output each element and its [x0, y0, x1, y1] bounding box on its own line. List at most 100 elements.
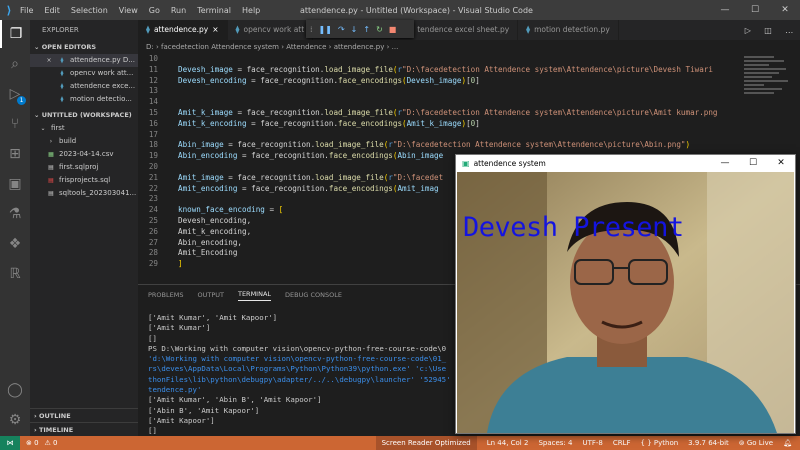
code-line[interactable]: 11 Devesh_image = face_recognition.load_i… — [138, 65, 738, 76]
source-control-icon[interactable]: ⑂ — [0, 110, 30, 138]
remote-icon[interactable]: ⋈ — [0, 436, 20, 450]
terminal-output[interactable]: ['Amit Kumar', 'Amit Kapoor'] ['Amit Kuma… — [148, 313, 468, 437]
debug-badge: 1 — [17, 96, 26, 105]
explorer-icon[interactable]: ❐ — [0, 20, 30, 48]
code-text: Amit_k_image = face_recognition.load_ima… — [178, 107, 718, 117]
menu-terminal[interactable]: Terminal — [197, 6, 231, 15]
menu-go[interactable]: Go — [149, 6, 160, 15]
breadcrumb[interactable]: D: › facedetection Attendence system › A… — [138, 40, 800, 54]
screen-reader-status[interactable]: Screen Reader Optimized — [375, 436, 477, 450]
maximize-icon[interactable]: ☐ — [740, 0, 770, 20]
extensions-icon[interactable]: ⊞ — [0, 140, 30, 168]
code-text: Amit_Encoding — [178, 248, 238, 258]
code-line[interactable]: 14 — [138, 97, 738, 108]
tree-file[interactable]: ▤ frisprojects.sql — [30, 174, 138, 187]
python-file-icon: ⧫ — [60, 57, 64, 64]
account-icon[interactable]: ◯ — [0, 376, 30, 404]
more-actions-icon[interactable]: … — [785, 26, 793, 35]
run-debug-icon[interactable]: ▷ 1 — [0, 80, 30, 108]
step-out-icon[interactable]: ↑ — [363, 25, 370, 34]
split-editor-icon[interactable]: ◫ — [764, 26, 772, 35]
step-into-icon[interactable]: ↓ — [351, 25, 358, 34]
code-line[interactable]: 18 Abin_image = face_recognition.load_ima… — [138, 140, 738, 151]
tab-attendence-py[interactable]: ⧫ attendence.py × — [138, 20, 228, 40]
r-icon[interactable]: ℝ — [0, 260, 30, 288]
close-icon[interactable]: ✕ — [770, 0, 800, 20]
indentation[interactable]: Spaces: 4 — [538, 439, 572, 447]
drag-handle-icon[interactable]: ⁞ — [310, 25, 313, 34]
code-line[interactable]: 17 — [138, 130, 738, 141]
cursor-position[interactable]: Ln 44, Col 2 — [487, 439, 529, 447]
menu-run[interactable]: Run — [171, 6, 186, 15]
tab-debug-console[interactable]: DEBUG CONSOLE — [285, 291, 342, 299]
tab-output[interactable]: OUTPUT — [197, 291, 224, 299]
outline-header[interactable]: › OUTLINE — [30, 408, 138, 422]
code-line[interactable]: 15 Amit_k_image = face_recognition.load_i… — [138, 108, 738, 119]
errors-count[interactable]: ⊗ 0 — [26, 439, 39, 447]
timeline-header[interactable]: › TIMELINE — [30, 422, 138, 436]
maximize-icon[interactable]: ☐ — [739, 155, 767, 172]
language-mode[interactable]: { } Python — [641, 439, 679, 447]
workspace-header[interactable]: ⌄ UNTITLED (WORKSPACE) — [30, 108, 138, 122]
tree-folder-first[interactable]: ⌄ first — [30, 122, 138, 135]
open-editor-item[interactable]: ⧫ attendence exce... — [30, 80, 138, 93]
remote-explorer-icon[interactable]: ▣ — [0, 170, 30, 198]
menu-help[interactable]: Help — [242, 6, 260, 15]
stop-icon[interactable]: ■ — [389, 25, 397, 34]
open-editor-item[interactable]: ⧫ motion detectio... — [30, 93, 138, 106]
pause-icon[interactable]: ❚❚ — [319, 25, 332, 34]
menu-edit[interactable]: Edit — [44, 6, 60, 15]
tree-folder-build[interactable]: › build — [30, 135, 138, 148]
code-text: Abin_encoding, — [178, 237, 243, 247]
open-editor-item[interactable]: × ⧫ attendence.py D... — [30, 54, 138, 67]
tab-terminal[interactable]: TERMINAL — [237, 290, 272, 301]
restart-icon[interactable]: ↻ — [376, 25, 383, 34]
tree-file[interactable]: ▤ first.sqlproj — [30, 161, 138, 174]
code-line[interactable]: 12 Devesh_encoding = face_recognition.fac… — [138, 76, 738, 87]
code-line[interactable]: 10 — [138, 54, 738, 65]
open-editor-name: attendence.py D... — [70, 56, 135, 64]
tab-opencv-work[interactable]: ⧫ opencv work att — [228, 20, 314, 40]
tab-label: tendence excel sheet.py — [417, 25, 510, 34]
close-tab-icon[interactable]: × — [212, 20, 218, 40]
code-text: Devesh_encoding = face_recognition.face_… — [178, 75, 480, 85]
python-icon[interactable]: ❖ — [0, 230, 30, 258]
code-line[interactable]: 13 — [138, 86, 738, 97]
tab-problems[interactable]: PROBLEMS — [148, 291, 183, 299]
tree-file[interactable]: ▤ sqltools_202303041... — [30, 187, 138, 200]
terminal-line: ['Amit Kumar', 'Abin B', 'Amit Kapoor'] — [148, 395, 322, 405]
run-icon[interactable]: ▷ — [745, 26, 751, 35]
open-editors-header[interactable]: ⌄ OPEN EDITORS — [30, 40, 138, 54]
code-line[interactable]: 16 Amit_k_encoding = face_recognition.fac… — [138, 119, 738, 130]
minimize-icon[interactable]: — — [710, 0, 740, 20]
close-icon[interactable]: ✕ — [767, 155, 795, 172]
file-icon: ▤ — [48, 190, 54, 197]
line-number: 13 — [148, 86, 158, 96]
search-icon[interactable]: ⌕ — [0, 50, 30, 78]
minimap[interactable] — [738, 54, 800, 154]
encoding[interactable]: UTF-8 — [582, 439, 602, 447]
menu-selection[interactable]: Selection — [71, 6, 108, 15]
testing-flask-icon[interactable]: ⚗ — [0, 200, 30, 228]
settings-gear-icon[interactable]: ⚙ — [0, 406, 30, 434]
go-live-button[interactable]: ⊚ Go Live — [739, 439, 773, 447]
tab-attendence-excel[interactable]: tendence excel sheet.py — [409, 20, 519, 40]
camera-window-titlebar[interactable]: ▣ attendence system — ☐ ✕ — [456, 155, 795, 172]
end-of-line[interactable]: CRLF — [613, 439, 631, 447]
notification-bell-icon[interactable]: 🔔︎ — [783, 439, 792, 447]
terminal-line: ['Amit Kumar'] — [148, 323, 211, 333]
open-editor-item[interactable]: ⧫ opencv work att... — [30, 67, 138, 80]
step-over-icon[interactable]: ↷ — [338, 25, 345, 34]
python-interpreter[interactable]: 3.9.7 64-bit — [688, 439, 729, 447]
tree-label: first — [51, 124, 65, 132]
tree-file[interactable]: ▦ 2023-04-14.csv — [30, 148, 138, 161]
code-text: Amit_encoding = face_recognition.face_en… — [178, 183, 439, 193]
tab-motion-detection[interactable]: ⧫ motion detection.py — [518, 20, 619, 40]
close-editor-icon[interactable]: × — [44, 54, 54, 67]
warnings-count[interactable]: ⚠ 0 — [45, 439, 58, 447]
menu-bar: File Edit Selection View Go Run Terminal… — [20, 6, 260, 15]
menu-view[interactable]: View — [119, 6, 138, 15]
menu-file[interactable]: File — [20, 6, 33, 15]
minimize-icon[interactable]: — — [711, 155, 739, 172]
